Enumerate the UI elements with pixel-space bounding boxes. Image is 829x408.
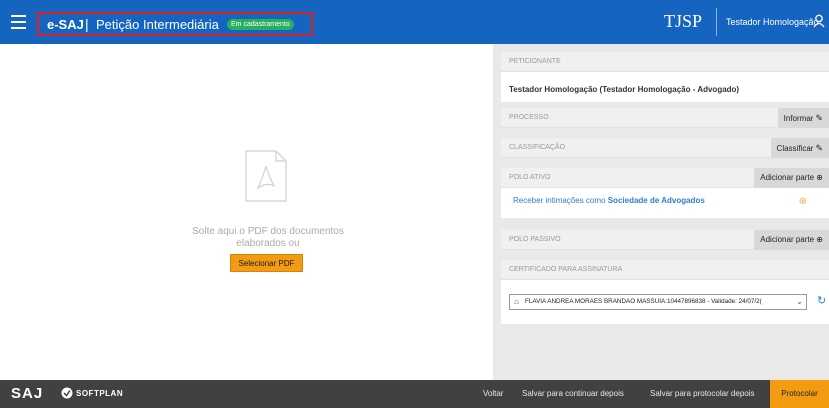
refresh-icon[interactable]: ↻ bbox=[817, 294, 826, 307]
classificar-label: Classificar bbox=[776, 144, 814, 153]
page-title: Petição Intermediária bbox=[96, 17, 219, 32]
tag-icon: ⌂ bbox=[514, 297, 519, 306]
voltar-button[interactable]: Voltar bbox=[483, 389, 503, 398]
processo-section: PROCESSO Informar ✎ bbox=[501, 108, 829, 128]
informar-label: Informar bbox=[783, 114, 814, 123]
select-pdf-button[interactable]: Selecionar PDF bbox=[230, 254, 303, 272]
user-name[interactable]: Testador Homologação bbox=[726, 17, 819, 27]
chevron-down-icon: ⌄ bbox=[796, 297, 803, 306]
brand-name: e-SAJ bbox=[47, 17, 84, 32]
pdf-file-icon bbox=[245, 150, 287, 202]
pencil-icon: ✎ bbox=[815, 113, 823, 123]
status-badge: Em cadastramento bbox=[227, 19, 294, 30]
polo-ativo-label: POLO ATIVO bbox=[509, 174, 551, 181]
polo-passivo-section: POLO PASSIVO Adicionar parte ⊕ bbox=[501, 230, 829, 250]
processo-label: PROCESSO bbox=[509, 114, 549, 121]
adicionar-parte-passivo-button[interactable]: Adicionar parte ⊕ bbox=[754, 230, 829, 250]
classificar-button[interactable]: Classificar ✎ bbox=[770, 138, 829, 158]
adicionar-parte-label: Adicionar parte bbox=[760, 235, 815, 244]
court-logo: TJSP bbox=[664, 11, 703, 31]
add-circle-icon[interactable]: ⊕ bbox=[799, 196, 807, 207]
peticionante-value: Testador Homologação (Testador Homologaç… bbox=[509, 85, 740, 94]
plus-circle-icon: ⊕ bbox=[816, 173, 823, 182]
intimacao-text: Receber intimações como bbox=[513, 196, 606, 205]
plus-circle-icon: ⊕ bbox=[816, 235, 823, 244]
intimacao-line: Receber intimações como Sociedade de Adv… bbox=[501, 188, 829, 218]
protocolar-button[interactable]: Protocolar bbox=[770, 380, 829, 408]
pencil-icon: ✎ bbox=[815, 143, 823, 153]
polo-ativo-section: POLO ATIVO Adicionar parte ⊕ Receber int… bbox=[501, 168, 829, 218]
hamburger-menu-icon[interactable] bbox=[11, 15, 26, 29]
header-divider bbox=[716, 8, 717, 36]
dropzone-instructions: Solte aqui o PDF dos documentos elaborad… bbox=[192, 226, 344, 249]
footer-bar: SAJ SOFTPLAN Voltar Salvar para continua… bbox=[0, 380, 829, 408]
informar-button[interactable]: Informar ✎ bbox=[777, 108, 829, 128]
pdf-dropzone[interactable]: Solte aqui o PDF dos documentos elaborad… bbox=[0, 44, 493, 380]
peticionante-section: PETICIONANTE Testador Homologação (Testa… bbox=[501, 52, 829, 102]
certificate-value: FLAVIA ANDREA MORAES BRANDAO MASSUIA:104… bbox=[525, 298, 762, 305]
certificado-label: CERTIFICADO PARA ASSINATURA bbox=[501, 260, 829, 280]
classificacao-label: CLASSIFICAÇÃO bbox=[509, 144, 566, 151]
adicionar-parte-ativo-button[interactable]: Adicionar parte ⊕ bbox=[754, 168, 829, 188]
sociedade-advogados-link[interactable]: Sociedade de Advogados bbox=[608, 196, 705, 205]
saj-logo: SAJ bbox=[11, 385, 44, 402]
peticionante-label: PETICIONANTE bbox=[501, 52, 829, 72]
certificate-select[interactable]: ⌂ FLAVIA ANDREA MORAES BRANDAO MASSUIA:1… bbox=[509, 294, 807, 310]
save-continue-later-button[interactable]: Salvar para continuar depois bbox=[522, 389, 624, 398]
save-protocol-later-button[interactable]: Salvar para protocolar depois bbox=[650, 389, 755, 398]
softplan-logo: SOFTPLAN bbox=[76, 389, 124, 398]
app-title-box: e-SAJ | Petição Intermediária Em cadastr… bbox=[37, 12, 313, 36]
certificado-section: CERTIFICADO PARA ASSINATURA ⌂ FLAVIA AND… bbox=[501, 260, 829, 324]
adicionar-parte-label: Adicionar parte bbox=[760, 173, 815, 182]
polo-passivo-label: POLO PASSIVO bbox=[509, 236, 561, 243]
petition-side-panel: PETICIONANTE Testador Homologação (Testa… bbox=[493, 44, 829, 380]
classificacao-section: CLASSIFICAÇÃO Classificar ✎ bbox=[501, 138, 829, 158]
softplan-logo-icon bbox=[61, 387, 73, 399]
user-icon[interactable] bbox=[813, 14, 825, 28]
title-separator: | bbox=[85, 16, 89, 32]
top-bar: e-SAJ | Petição Intermediária Em cadastr… bbox=[0, 0, 829, 44]
